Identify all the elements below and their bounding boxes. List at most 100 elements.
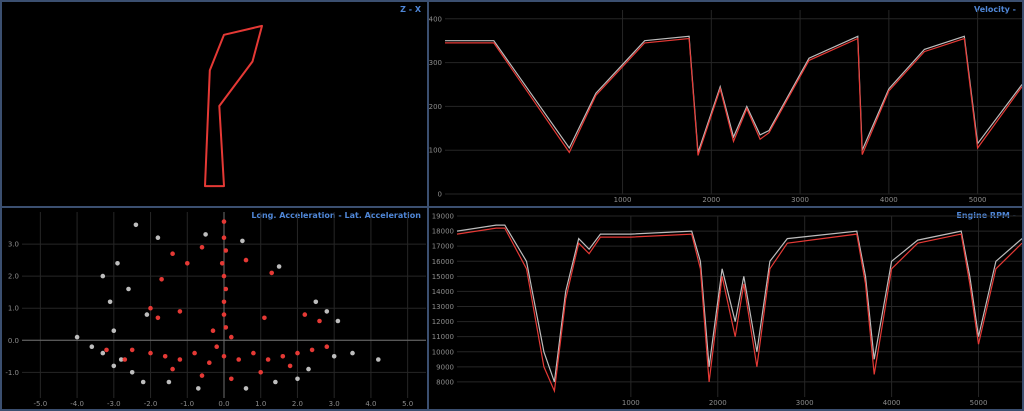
scatter-point-2 [199,245,205,250]
scatter-point-1 [115,261,120,266]
accel-panel: Long. Acceleration - Lat. Acceleration -… [0,206,429,411]
x-tick-label: 3000 [796,399,814,407]
y-tick-label: 13000 [432,303,454,311]
x-tick-label: 5000 [969,196,987,204]
scatter-point-1 [129,370,135,375]
scatter-point-1 [313,299,319,305]
velocity-plot: 1000 2000 3000 4000 5000 0 100 200 300 400 [429,10,1022,204]
scatter-point-1 [100,273,106,279]
scatter-point-1 [155,235,161,240]
scatter-point-2 [221,354,227,359]
scatter-point-2 [148,350,153,356]
scatter-point-2 [265,357,271,362]
scatter-point-1 [107,299,113,305]
x-tick-label: 2.0 [292,400,303,408]
scatter-point-1 [166,379,172,385]
scatter-point-1 [89,344,95,349]
x-tick-label: -3.0 [107,400,121,408]
series-line-1 [445,35,1022,153]
x-tick-label: 1000 [622,399,640,407]
rpm-plot: 1000 2000 3000 4000 5000 8000 9000 10000 11000 12… [432,213,1022,407]
x-tick-label: 0.0 [218,400,229,408]
scatter-point-2 [170,251,175,256]
x-tick-label: 2000 [709,399,727,407]
y-tick-label: 2.0 [8,273,19,281]
x-tick-label: -2.0 [144,400,158,408]
scatter-point-1 [140,379,146,385]
scatter-point-2 [221,312,227,317]
scatter-point-2 [221,273,227,279]
scatter-point-2 [229,334,234,340]
y-tick-label: 12000 [432,318,454,326]
velocity-panel: Velocity - 1000 2000 3000 4000 5000 0 100 200 30… [427,0,1024,208]
x-tick-label: 5000 [970,399,988,407]
scatter-point-2 [155,315,161,321]
scatter-point-1 [196,386,201,391]
scatter-point-2 [219,261,225,266]
track-outline [204,24,263,188]
y-tick-label: 100 [429,147,442,155]
x-tick-label: 1000 [614,196,632,204]
scatter-point-2 [199,373,205,378]
x-tick-label: -4.0 [70,400,84,408]
x-tick-label: 4.0 [365,400,376,408]
scatter-point-2 [258,370,264,375]
series-line-1 [456,224,1022,383]
y-tick-label: 18000 [432,228,454,236]
scatter-point-2 [223,286,229,292]
zx-panel: Z - X [0,0,429,208]
x-tick-label: 4000 [880,196,898,204]
y-tick-label: 0 [438,191,442,199]
scatter-point-2 [280,354,286,359]
scatter-point-1 [331,354,337,359]
y-tick-label: 10000 [432,348,454,356]
scatter-point-1 [111,328,117,333]
scatter-point-2 [243,257,249,263]
y-tick-label: 300 [429,59,442,67]
y-tick-label: 14000 [432,288,454,296]
y-tick-label: 3.0 [8,241,19,249]
scatter-point-2 [192,350,197,356]
scatter-point-1 [100,350,106,356]
y-tick-label: 11000 [432,333,454,341]
scatter-point-1 [74,334,80,340]
scatter-point-2 [221,299,227,305]
x-tick-label: 4000 [883,399,901,407]
scatter-point-1 [306,366,311,372]
y-tick-label: 0.0 [8,337,19,345]
x-tick-label: 1.0 [255,400,266,408]
scatter-point-2 [317,318,322,324]
scatter-point-1 [240,238,245,244]
y-tick-label: 9000 [436,363,454,371]
x-tick-label: 3.0 [329,400,340,408]
scatter-point-2 [324,344,330,349]
x-tick-label: -1.0 [180,400,194,408]
scatter-point-1 [126,286,131,292]
scatter-point-2 [295,350,300,356]
scatter-point-2 [148,305,153,311]
scatter-point-1 [376,357,381,362]
scatter-point-2 [122,357,128,362]
scatter-point-1 [324,309,330,314]
scatter-point-1 [243,386,249,391]
rpm-panel: Engine RPM - 1000 2000 3000 4000 5000 8000 900… [427,206,1024,411]
scatter-point-1 [350,350,355,356]
y-tick-label: 16000 [432,258,454,266]
scatter-point-2 [229,376,234,382]
y-tick-label: -1.0 [5,369,19,377]
scatter-point-2 [185,261,190,266]
scatter-point-1 [144,312,150,317]
scatter-point-2 [287,363,293,369]
y-tick-label: 1.0 [8,305,19,313]
scatter-point-2 [262,315,267,321]
scatter-point-2 [104,347,109,353]
y-tick-label: 8000 [436,378,454,386]
x-tick-label: 3000 [791,196,809,204]
zx-plot [204,24,263,188]
scatter-point-2 [129,347,135,353]
scatter-point-1 [335,318,341,324]
scatter-point-2 [236,357,241,362]
y-tick-label: 15000 [432,273,454,281]
scatter-point-1 [111,363,117,369]
accel-plot: -5.0 -4.0 -3.0 -2.0 -1.0 0.0 1.0 2.0 3.0 4.0 5.0 -1… [5,212,426,408]
